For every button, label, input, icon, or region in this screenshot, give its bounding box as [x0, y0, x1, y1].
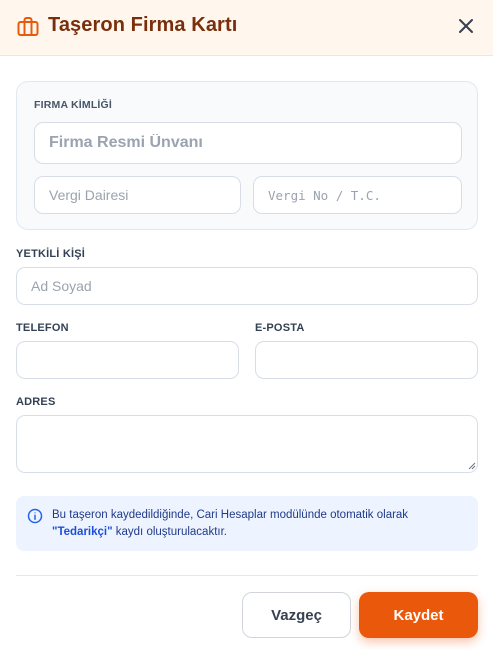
address-textarea[interactable] — [16, 415, 478, 473]
info-highlight: "Tedarikçi" — [52, 526, 113, 538]
contact-person-input[interactable] — [16, 267, 478, 305]
company-identity-section: FIRMA KİMLİĞİ — [16, 81, 478, 230]
resize-grip-icon[interactable] — [466, 460, 476, 470]
info-text: Bu taşeron kaydedildiğinde, Cari Hesapla… — [52, 507, 467, 541]
tax-number-input[interactable] — [253, 176, 462, 214]
cancel-button[interactable]: Vazgeç — [242, 592, 351, 638]
phone-label: TELEFON — [16, 322, 69, 334]
company-name-input[interactable] — [34, 122, 462, 164]
footer-divider — [16, 575, 478, 576]
dialog-header: Taşeron Firma Kartı — [0, 0, 493, 56]
info-text-before: Bu taşeron kaydedildiğinde, Cari Hesapla… — [52, 509, 409, 521]
dialog-title: Taşeron Firma Kartı — [48, 14, 238, 36]
close-button[interactable] — [454, 14, 478, 38]
tax-office-input[interactable] — [34, 176, 241, 214]
info-notice: Bu taşeron kaydedildiğinde, Cari Hesapla… — [16, 496, 478, 551]
address-label: ADRES — [16, 396, 56, 408]
contact-person-label: YETKİLİ KİŞİ — [16, 248, 86, 260]
phone-input[interactable] — [16, 341, 239, 379]
save-button[interactable]: Kaydet — [359, 592, 478, 638]
email-label: E-POSTA — [255, 322, 305, 334]
info-text-after: kaydı oluşturulacaktır. — [112, 526, 227, 538]
email-input[interactable] — [255, 341, 478, 379]
briefcase-icon — [17, 17, 39, 36]
company-identity-label: FIRMA KİMLİĞİ — [34, 99, 113, 111]
info-icon — [27, 508, 43, 524]
close-icon — [459, 19, 473, 33]
